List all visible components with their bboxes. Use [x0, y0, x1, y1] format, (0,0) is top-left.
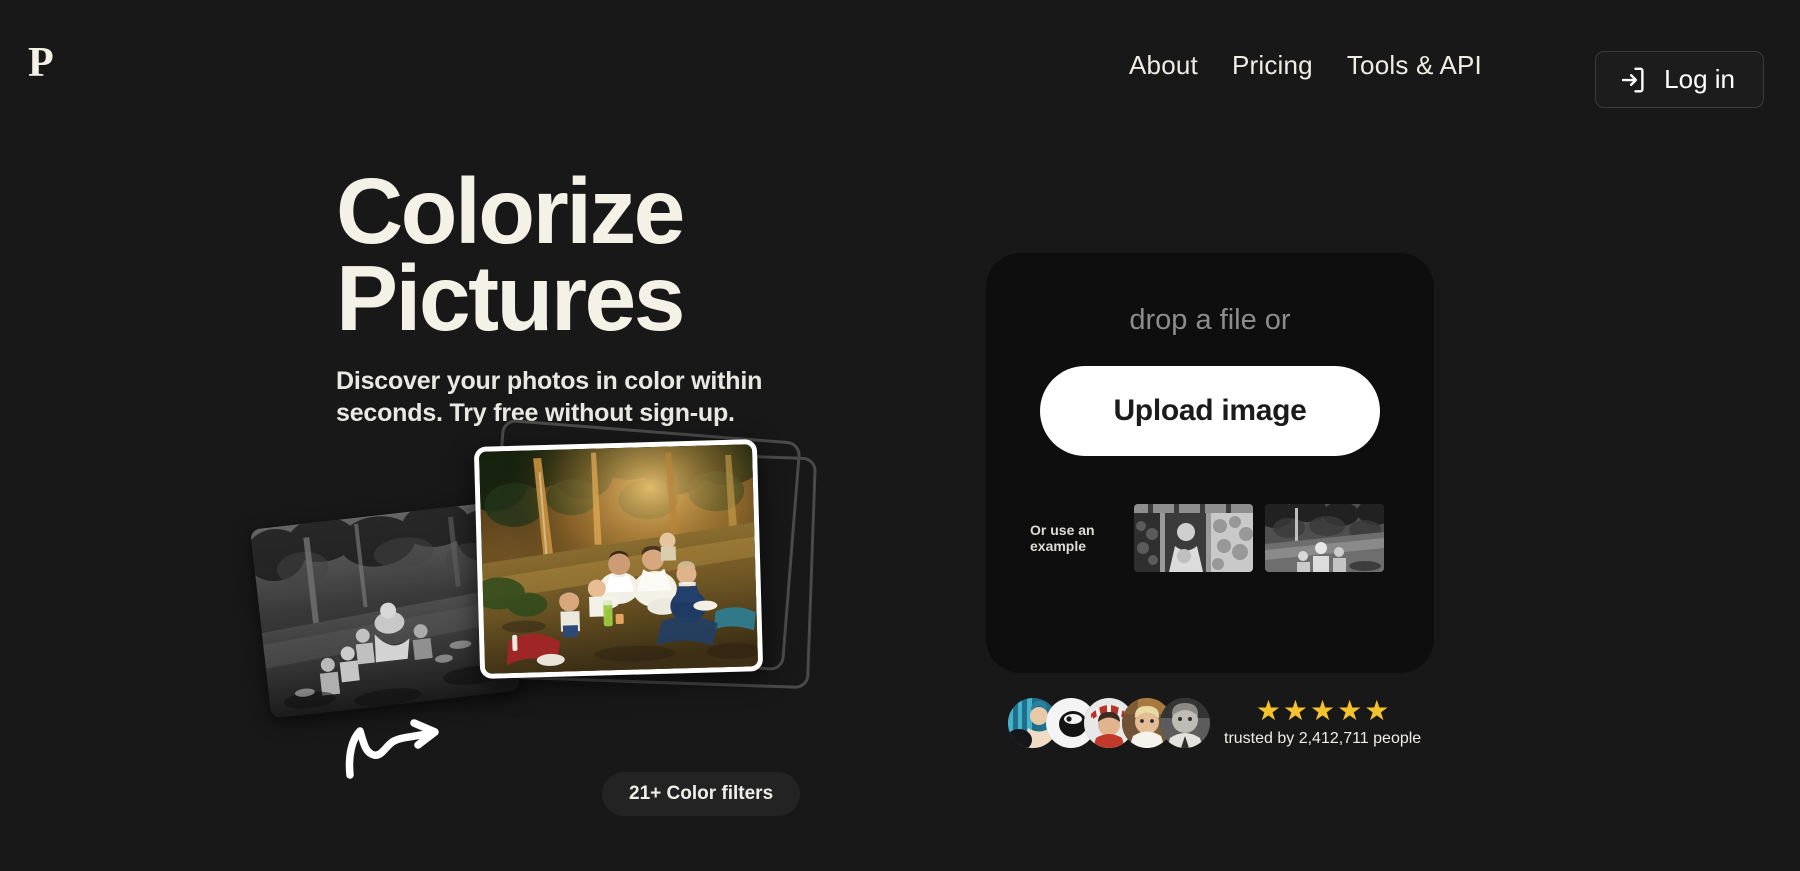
examples-label: Or use an example [1030, 521, 1095, 554]
hero-text-block: Colorize Pictures Discover your photos i… [336, 165, 856, 429]
nav-item-about[interactable]: About [1129, 50, 1198, 81]
example-thumbnail-1[interactable] [1134, 504, 1253, 572]
site-header: P About Pricing Tools & API Log in [0, 0, 1800, 125]
curved-arrow-icon [340, 715, 455, 785]
login-button-label: Log in [1664, 64, 1735, 94]
page-title: Colorize Pictures [336, 165, 856, 345]
after-photo [473, 439, 764, 679]
trusted-by-text: trusted by 2,412,711 people [1224, 730, 1422, 747]
avatar [1160, 697, 1210, 748]
logo[interactable]: P [28, 42, 54, 84]
avatar-group [1008, 697, 1210, 748]
star-icon: ★ [1255, 695, 1281, 726]
photo-comparison: 21+ Color filters [245, 418, 895, 816]
star-icon: ★ [1364, 695, 1390, 726]
login-button[interactable]: Log in [1595, 51, 1764, 108]
upload-image-button[interactable]: Upload image [1040, 366, 1380, 456]
upload-image-button-label: Upload image [1113, 394, 1307, 427]
color-filters-badge[interactable]: 21+ Color filters [602, 772, 801, 816]
star-icon: ★ [1282, 695, 1309, 726]
hero-subtitle: Discover your photos in color within sec… [336, 366, 763, 427]
star-icon: ★ [1337, 695, 1363, 726]
drop-file-label: drop a file or [1129, 304, 1291, 336]
star-icon: ★ [1310, 695, 1336, 726]
rating-block: ★ ★ ★ ★ ★ trusted by 2,412,711 people [1224, 697, 1421, 748]
hero-title-line-2: Pictures [336, 246, 686, 351]
example-thumbnail-2[interactable] [1265, 504, 1384, 572]
nav-item-pricing[interactable]: Pricing [1232, 50, 1313, 81]
examples-row: Or use an example [1030, 502, 1390, 574]
main-nav: About Pricing Tools & API [1129, 50, 1482, 81]
nav-item-tools-api[interactable]: Tools & API [1347, 50, 1482, 81]
login-arrow-icon [1618, 65, 1648, 95]
social-proof: ★ ★ ★ ★ ★ trusted by 2,412,711 people [1008, 697, 1421, 748]
star-rating: ★ ★ ★ ★ ★ [1256, 697, 1390, 725]
upload-card: drop a file or Upload image Or use an ex… [986, 253, 1434, 673]
